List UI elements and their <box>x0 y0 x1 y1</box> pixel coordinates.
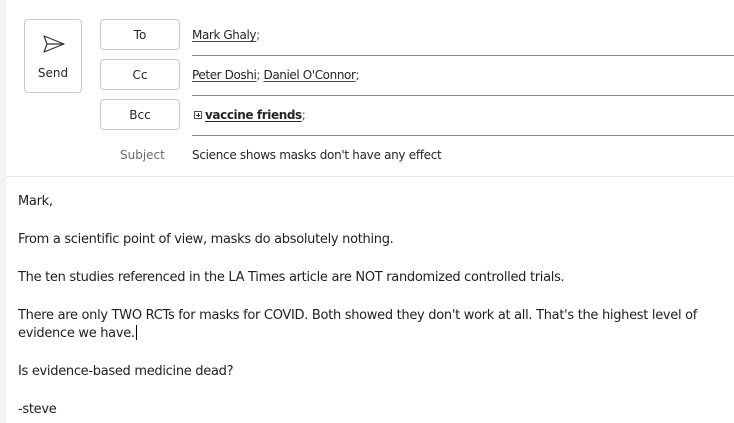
recipient-peter-doshi[interactable]: Peter Doshi <box>192 68 257 82</box>
group-vaccine-friends[interactable]: vaccine friends <box>205 108 302 122</box>
recipient-separator: ; <box>256 68 261 82</box>
to-field[interactable]: Mark Ghaly; <box>192 16 734 56</box>
cc-recipients: Peter Doshi; Daniel O'Connor; <box>192 68 360 82</box>
header-divider <box>6 176 734 177</box>
bcc-button[interactable]: Bcc <box>100 99 180 130</box>
subject-label: Subject <box>120 148 165 162</box>
send-label: Send <box>37 66 69 80</box>
bcc-recipients: vaccine friends; <box>194 108 306 122</box>
recipient-daniel-oconnor[interactable]: Daniel O'Connor <box>263 68 355 82</box>
body-paragraph-1: From a scientific point of view, masks d… <box>18 232 394 247</box>
to-button[interactable]: To <box>100 19 180 50</box>
recipient-separator: ; <box>256 28 260 42</box>
bcc-field[interactable]: vaccine friends; <box>192 96 734 136</box>
body-paragraph-4: Is evidence-based medicine dead? <box>18 364 234 379</box>
body-signature: -steve <box>18 402 57 417</box>
body-greeting: Mark, <box>18 194 53 209</box>
subject-input[interactable]: Science shows masks don't have any effec… <box>192 148 732 162</box>
cc-button[interactable]: Cc <box>100 59 180 90</box>
cc-field[interactable]: Peter Doshi; Daniel O'Connor; <box>192 56 734 96</box>
send-button[interactable]: Send <box>24 19 82 93</box>
send-icon <box>43 35 65 53</box>
expand-group-icon[interactable] <box>194 111 202 119</box>
body-paragraph-2: The ten studies referenced in the LA Tim… <box>18 270 565 285</box>
body-paragraph-3: There are only TWO RCTs for masks for CO… <box>18 307 730 343</box>
body-paragraph-3-text: There are only TWO RCTs for masks for CO… <box>18 308 698 341</box>
text-cursor <box>135 325 137 340</box>
recipient-separator: ; <box>301 108 306 122</box>
recipient-mark-ghaly[interactable]: Mark Ghaly <box>192 28 257 42</box>
to-recipients: Mark Ghaly; <box>192 28 260 42</box>
recipient-separator: ; <box>355 68 360 82</box>
